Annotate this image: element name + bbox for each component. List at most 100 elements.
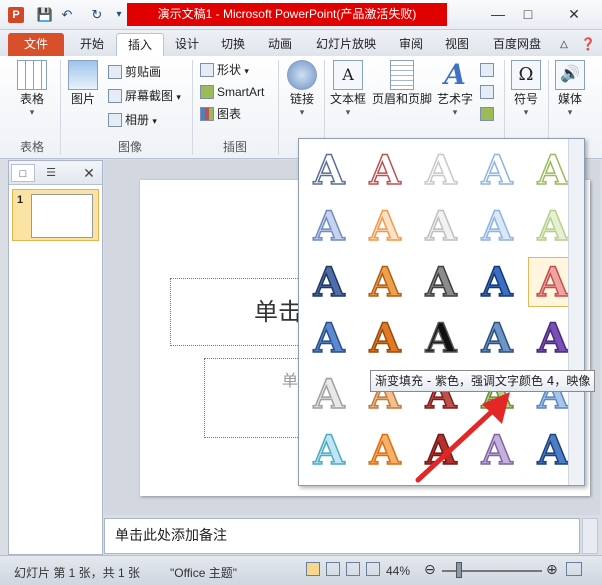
wordart-style-option[interactable]: A	[416, 257, 466, 307]
tab-slideshow[interactable]: 幻灯片放映	[306, 33, 386, 56]
smartart-label: SmartArt	[217, 85, 265, 99]
textbox-button[interactable]: A 文本框 ▾	[328, 60, 368, 118]
tab-home[interactable]: 开始	[68, 33, 116, 56]
date-time-icon	[480, 63, 494, 77]
outline-tab-icon[interactable]: ☰	[39, 164, 63, 182]
close-pane-icon[interactable]: ✕	[77, 164, 101, 182]
album-icon	[108, 113, 122, 127]
normal-view-icon[interactable]	[306, 562, 320, 576]
wordart-style-option[interactable]: A	[360, 145, 410, 195]
wordart-style-option[interactable]: A	[304, 425, 354, 475]
gallery-scrollbar[interactable]	[568, 139, 584, 485]
wordart-style-option[interactable]: A	[416, 201, 466, 251]
wordart-button[interactable]: A 艺术字 ▾	[436, 60, 474, 118]
wordart-style-option[interactable]: A	[416, 145, 466, 195]
wordart-style-option[interactable]: A	[416, 313, 466, 363]
wordart-style-option[interactable]: A	[472, 201, 522, 251]
ribbon-separator	[278, 60, 279, 155]
date-time-button[interactable]	[480, 60, 497, 80]
media-button[interactable]: 🔊 媒体 ▾	[552, 60, 588, 118]
powerpoint-icon[interactable]: P	[8, 7, 24, 23]
chart-button[interactable]: 图表	[200, 104, 241, 124]
slideshow-icon[interactable]	[366, 562, 380, 576]
tab-insert[interactable]: 插入	[116, 33, 164, 56]
customize-quick-access-icon[interactable]: ▾	[110, 6, 128, 24]
tab-animations[interactable]: 动画	[256, 33, 304, 56]
wordart-style-option[interactable]: A	[304, 369, 354, 419]
notes-scrollbar[interactable]	[582, 518, 598, 554]
ribbon-separator	[60, 60, 61, 155]
header-footer-button[interactable]: 页眉和页脚	[370, 60, 434, 107]
media-label: 媒体	[557, 92, 582, 106]
clipart-button[interactable]: 剪贴画	[108, 62, 161, 82]
wordart-style-option[interactable]: A	[304, 257, 354, 307]
ribbon-separator	[192, 60, 193, 155]
wordart-icon: A	[444, 58, 466, 91]
picture-button[interactable]: 图片	[66, 60, 100, 107]
notes-pane[interactable]: 单击此处添加备注	[104, 518, 580, 554]
slide-thumbnail-preview	[31, 194, 93, 238]
minimize-button[interactable]: —	[484, 4, 512, 24]
table-label: 表格	[19, 92, 44, 106]
shapes-button[interactable]: 形状 ▾	[200, 60, 249, 80]
collapse-ribbon-icon[interactable]: △	[556, 33, 572, 56]
tab-review[interactable]: 审阅	[388, 33, 434, 56]
zoom-in-icon[interactable]: ⊕	[546, 561, 558, 578]
object-icon	[480, 107, 494, 121]
slides-pane-tabs: □ ☰ ✕	[9, 161, 102, 185]
group-label-tables: 表格	[19, 140, 44, 154]
slides-pane: □ ☰ ✕ 1	[8, 160, 103, 555]
textbox-label: 文本框	[329, 92, 366, 106]
screenshot-icon	[108, 89, 122, 103]
tab-transitions[interactable]: 切换	[210, 33, 256, 56]
wordart-style-option[interactable]: A	[304, 313, 354, 363]
tab-view[interactable]: 视图	[434, 33, 480, 56]
symbol-button[interactable]: Ω 符号 ▾	[508, 60, 544, 118]
screenshot-label: 屏幕截图	[125, 89, 174, 103]
reading-view-icon[interactable]	[346, 562, 360, 576]
wordart-label: 艺术字	[436, 92, 473, 106]
screenshot-button[interactable]: 屏幕截图 ▾	[108, 86, 181, 106]
zoom-slider-handle[interactable]	[456, 562, 462, 578]
wordart-style-option[interactable]: A	[472, 145, 522, 195]
link-button[interactable]: 链接 ▾	[284, 60, 320, 118]
album-button[interactable]: 相册 ▾	[108, 110, 157, 130]
wordart-style-option[interactable]: A	[472, 257, 522, 307]
slide-count-text: 幻灯片 第 1 张，共 1 张	[14, 566, 141, 580]
zoom-level-text[interactable]: 44%	[386, 564, 410, 578]
group-label-images: 图像	[117, 140, 142, 154]
slide-thumbnail[interactable]: 1	[12, 189, 99, 241]
wordart-style-option[interactable]: A	[304, 201, 354, 251]
tab-design[interactable]: 设计	[164, 33, 210, 56]
speaker-icon: 🔊	[555, 60, 585, 90]
table-icon	[17, 60, 47, 90]
zoom-out-icon[interactable]: ⊖	[424, 561, 436, 578]
header-footer-label: 页眉和页脚	[371, 92, 432, 106]
picture-icon	[68, 60, 98, 90]
tab-baidu-netdisk[interactable]: 百度网盘	[482, 33, 552, 56]
wordart-style-option[interactable]: A	[360, 257, 410, 307]
status-bar: 幻灯片 第 1 张，共 1 张 "Office 主题" 44% ⊖ ⊕	[0, 555, 602, 585]
undo-icon[interactable]: ↶	[58, 6, 76, 24]
slide-sorter-icon[interactable]	[326, 562, 340, 576]
save-icon[interactable]: 💾	[36, 6, 54, 24]
slide-number-button[interactable]	[480, 82, 497, 102]
wordart-style-option[interactable]: A	[472, 313, 522, 363]
object-button[interactable]	[480, 104, 497, 124]
wordart-style-option[interactable]: A	[360, 425, 410, 475]
redo-icon[interactable]: ↻	[88, 6, 106, 24]
slides-tab-icon[interactable]: □	[11, 164, 35, 182]
red-arrow-annotation	[415, 392, 510, 483]
smartart-icon	[200, 85, 214, 99]
help-icon[interactable]: ❓	[580, 33, 596, 56]
link-icon	[287, 60, 317, 90]
smartart-button[interactable]: SmartArt	[200, 82, 264, 102]
maximize-button[interactable]: □	[514, 4, 542, 24]
fit-slide-icon[interactable]	[566, 562, 582, 576]
close-button[interactable]: ✕	[560, 4, 588, 24]
tab-file[interactable]: 文件	[8, 33, 64, 56]
wordart-style-option[interactable]: A	[360, 313, 410, 363]
wordart-style-option[interactable]: A	[304, 145, 354, 195]
wordart-style-option[interactable]: A	[360, 201, 410, 251]
table-button[interactable]: 表格 ▾	[10, 60, 54, 118]
